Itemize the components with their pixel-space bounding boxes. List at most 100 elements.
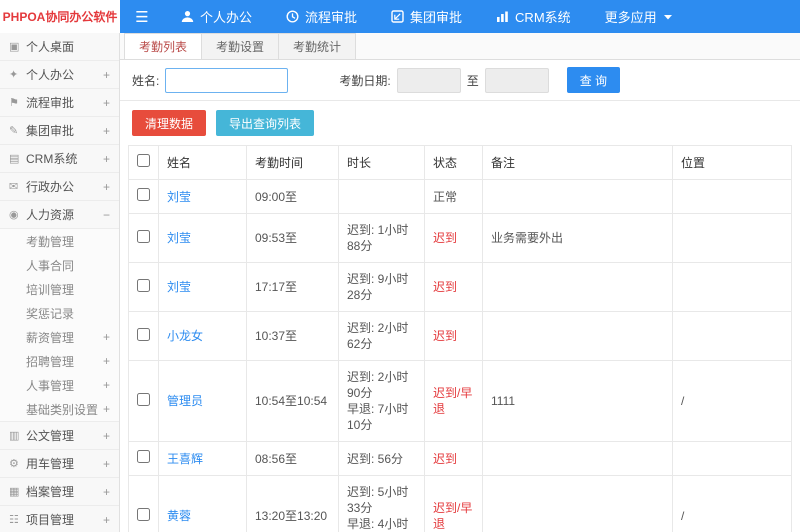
duration-cell: 迟到: 2小时62分 xyxy=(338,311,425,361)
employee-name-link[interactable]: 王喜辉 xyxy=(167,452,203,466)
status-badge: 迟到 xyxy=(433,231,458,245)
expand-icon: + xyxy=(102,512,110,527)
attendance-table-body: 刘莹 09:00至 正常 刘莹 09:53至 迟到: 1小时88分 迟到 业务需要外出 刘莹 17… xyxy=(128,179,792,532)
duration-cell: 迟到: 56分 xyxy=(338,441,425,476)
sidebar-subitem-reward-punishment[interactable]: 奖惩记录 xyxy=(0,301,119,325)
row-checkbox[interactable] xyxy=(137,278,150,292)
row-checkbox[interactable] xyxy=(137,507,150,521)
document-icon: ▥ xyxy=(9,430,20,442)
sidebar-item-label: 档案管理 xyxy=(26,485,75,499)
sidebar-item-vehicle-management[interactable]: ⚙ 用车管理 + xyxy=(0,450,119,478)
main-content: 考勤列表 考勤设置 考勤统计 姓名: 考勤日期: 至 查 询 清理数据 导出查询列表 xyxy=(120,33,800,532)
name-filter-input[interactable] xyxy=(165,67,289,93)
status-cell: 迟到 xyxy=(424,262,483,312)
topnav-item-group-approval[interactable]: 集团审批 xyxy=(374,0,479,33)
name-cell: 刘莹 xyxy=(158,213,247,263)
sidebar-item-personal-office[interactable]: ✦ 个人办公 + xyxy=(0,61,119,89)
select-all-checkbox[interactable] xyxy=(137,154,150,167)
time-cell: 09:53至 xyxy=(246,213,339,263)
sidebar-subitem-salary-management[interactable]: 薪资管理 + xyxy=(0,325,119,349)
search-button[interactable]: 查 询 xyxy=(566,67,621,93)
employee-name-link[interactable]: 管理员 xyxy=(167,394,203,408)
tab-attendance-stats[interactable]: 考勤统计 xyxy=(278,33,357,59)
topnav-item-workflow-approval[interactable]: 流程审批 xyxy=(269,0,374,33)
sidebar-item-label: 项目管理 xyxy=(26,513,75,527)
date-filter-label: 考勤日期: xyxy=(339,73,391,88)
sidebar-item-label: 用车管理 xyxy=(26,457,75,471)
sidebar-submenu-human-resources: 考勤管理人事合同培训管理奖惩记录薪资管理 + 招聘管理 + 人事管理 + 基础类别设置 + xyxy=(0,229,119,422)
sidebar-subitem-personnel-management[interactable]: 人事管理 + xyxy=(0,373,119,397)
attendance-table: 姓名 考勤时间 时长 状态 备注 位置 刘莹 09:00至 正常 刘莹 09:53至 迟到: 1小时… xyxy=(128,145,792,532)
top-nav: 个人办公 流程审批 集团审批 CRM系统 更多应用 xyxy=(164,0,690,33)
menu-toggle-button[interactable]: ☰ xyxy=(120,0,164,33)
topnav-item-crm-system[interactable]: CRM系统 xyxy=(479,0,588,33)
status-badge: 迟到 xyxy=(433,329,458,343)
admin-icon: ✉ xyxy=(9,181,19,193)
employee-name-link[interactable]: 小龙女 xyxy=(167,329,203,343)
employee-name-link[interactable]: 刘莹 xyxy=(167,280,191,294)
row-checkbox[interactable] xyxy=(137,392,150,406)
row-checkbox[interactable] xyxy=(137,327,150,341)
select-all-header-cell xyxy=(128,145,159,180)
sidebar-subitem-recruitment-management[interactable]: 招聘管理 + xyxy=(0,349,119,373)
sidebar-item-project-management[interactable]: ☷ 项目管理 + xyxy=(0,506,119,532)
row-checkbox[interactable] xyxy=(137,188,150,201)
export-list-button[interactable]: 导出查询列表 xyxy=(216,110,315,136)
status-badge: 迟到 xyxy=(433,280,458,294)
expand-icon: − xyxy=(102,207,110,222)
duration-line: 迟到: 9小时28分 xyxy=(347,272,409,302)
location-cell: / xyxy=(672,475,792,532)
location-cell xyxy=(672,441,792,476)
sidebar-item-admin-office[interactable]: ✉ 行政办公 + xyxy=(0,173,119,201)
expand-icon: + xyxy=(102,428,110,443)
sidebar-item-workflow-approval[interactable]: ⚑ 流程审批 + xyxy=(0,89,119,117)
table-row: 王喜辉 08:56至 迟到: 56分 迟到 xyxy=(128,441,792,476)
topnav-item-personal-office[interactable]: 个人办公 xyxy=(164,0,269,33)
row-checkbox[interactable] xyxy=(137,450,150,463)
topnav-item-label: 更多应用 xyxy=(604,10,657,25)
sidebar-item-label: CRM系统 xyxy=(26,152,78,166)
tab-attendance-settings[interactable]: 考勤设置 xyxy=(201,33,280,59)
sidebar-subitem-training-management[interactable]: 培训管理 xyxy=(0,277,119,301)
checkbox-cell xyxy=(128,441,159,476)
employee-name-link[interactable]: 黄蓉 xyxy=(167,509,191,523)
date-to-input[interactable] xyxy=(484,67,549,93)
table-row: 管理员 10:54至10:54 迟到: 2小时90分 早退: 7小时10分 迟到/早退 1… xyxy=(128,360,792,442)
time-cell: 17:17至 xyxy=(246,262,339,312)
sidebar-subitem-personnel-contract[interactable]: 人事合同 xyxy=(0,253,119,277)
sidebar-subitem-label: 人事合同 xyxy=(26,258,75,273)
row-checkbox[interactable] xyxy=(137,229,150,243)
sidebar-item-label: 集团审批 xyxy=(26,124,75,138)
status-badge: 正常 xyxy=(433,189,458,204)
sidebar-item-document-management[interactable]: ▥ 公文管理 + xyxy=(0,422,119,450)
employee-name-link[interactable]: 刘莹 xyxy=(167,231,191,245)
sidebar-item-human-resources[interactable]: ◉ 人力资源 − xyxy=(0,201,119,229)
sidebar-subitem-label: 奖惩记录 xyxy=(26,306,75,321)
sidebar-item-label: 个人桌面 xyxy=(26,40,75,54)
action-bar: 清理数据 导出查询列表 xyxy=(120,101,800,145)
tab-attendance-list[interactable]: 考勤列表 xyxy=(124,33,203,59)
column-header-6: 位置 xyxy=(672,145,792,180)
flow-icon xyxy=(286,10,299,23)
sidebar-item-crm-system[interactable]: ▤ CRM系统 + xyxy=(0,145,119,173)
time-cell: 10:54至10:54 xyxy=(246,360,339,442)
sidebar-item-personal-desktop[interactable]: ▣ 个人桌面 xyxy=(0,33,119,61)
attendance-table-header-row: 姓名 考勤时间 时长 状态 备注 位置 xyxy=(128,145,792,180)
employee-name-link[interactable]: 刘莹 xyxy=(167,190,191,204)
topnav-item-more-apps[interactable]: 更多应用 xyxy=(588,0,690,33)
duration-cell: 迟到: 5小时33分早退: 4小时67分 xyxy=(338,475,425,532)
name-cell: 刘莹 xyxy=(158,262,247,312)
tabbar: 考勤列表 考勤设置 考勤统计 xyxy=(120,33,800,60)
status-badge: 迟到 xyxy=(433,451,458,466)
layout: ▣ 个人桌面 ✦ 个人办公 + ⚑ 流程审批 + ✎ 集团审批 + ▤ CRM系统 + ✉ 行政办公 + ◉ 人力资… xyxy=(0,33,800,532)
date-from-input[interactable] xyxy=(396,67,461,93)
sidebar-subitem-attendance-management[interactable]: 考勤管理 xyxy=(0,229,119,253)
sidebar-item-archive-management[interactable]: ▦ 档案管理 + xyxy=(0,478,119,506)
table-row: 刘莹 17:17至 迟到: 9小时28分 迟到 xyxy=(128,262,792,312)
clean-data-button[interactable]: 清理数据 xyxy=(132,110,207,136)
expand-icon: + xyxy=(102,179,110,194)
sidebar-item-label: 流程审批 xyxy=(26,96,75,110)
sidebar-subitem-basic-category-settings[interactable]: 基础类别设置 + xyxy=(0,397,119,421)
sidebar-item-group-approval[interactable]: ✎ 集团审批 + xyxy=(0,117,119,145)
topnav-item-label: 集团审批 xyxy=(410,10,463,25)
